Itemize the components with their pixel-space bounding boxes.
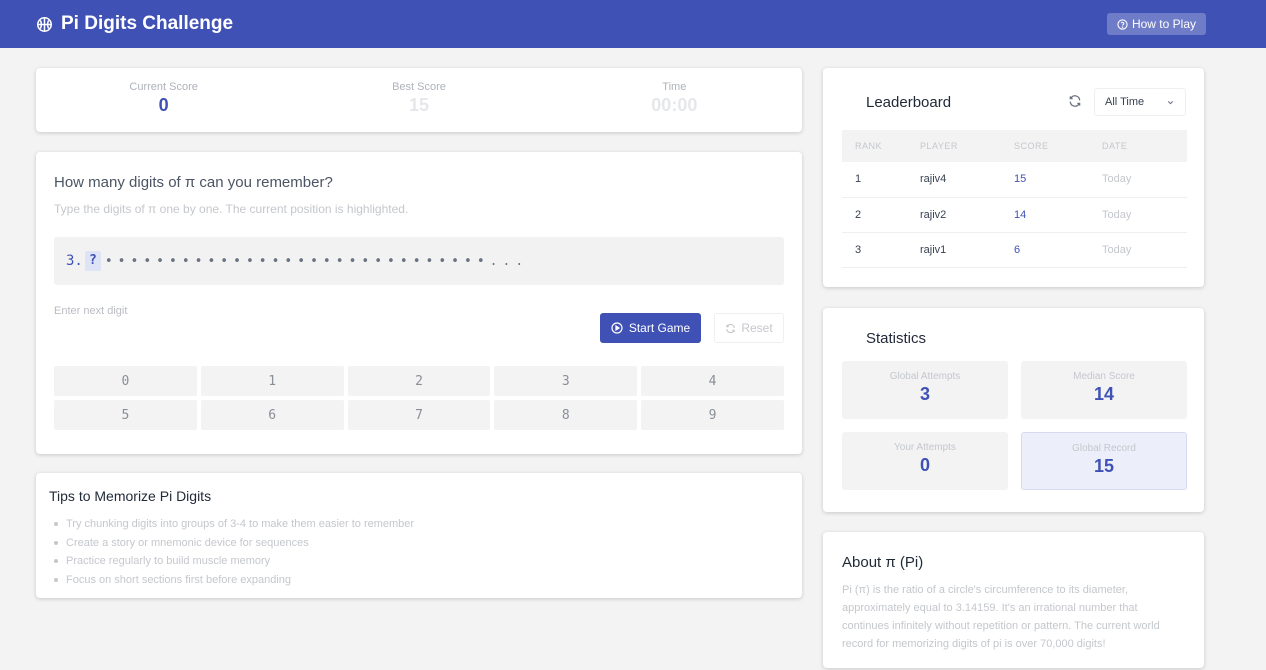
key-3[interactable]: 3 bbox=[494, 366, 638, 396]
digit-keypad: 0 1 2 3 4 5 6 7 8 9 bbox=[54, 366, 784, 430]
brand: Pi Digits Challenge bbox=[36, 13, 233, 35]
tip-item: Create a story or mnemonic device for se… bbox=[54, 534, 414, 553]
brain-icon bbox=[36, 16, 53, 32]
timer: Time 00:00 bbox=[547, 68, 802, 132]
key-4[interactable]: 4 bbox=[641, 366, 784, 396]
table-row: 2 rajiv2 14 Today bbox=[842, 197, 1187, 233]
tips-list: Try chunking digits into groups of 3-4 t… bbox=[54, 515, 414, 589]
leaderboard-title: Leaderboard bbox=[866, 94, 952, 111]
best-score-label: Best Score bbox=[392, 81, 446, 93]
time-filter-value: All Time bbox=[1105, 96, 1145, 108]
key-5[interactable]: 5 bbox=[54, 400, 197, 430]
key-0[interactable]: 0 bbox=[54, 366, 197, 396]
about-text: Pi (π) is the ratio of a circle's circum… bbox=[842, 584, 1160, 650]
key-1[interactable]: 1 bbox=[200, 366, 344, 396]
cell-date: Today bbox=[1102, 197, 1187, 233]
key-2[interactable]: 2 bbox=[347, 366, 491, 396]
cell-rank: 3 bbox=[842, 232, 920, 268]
table-row: 1 rajiv4 15 Today bbox=[842, 162, 1187, 198]
cell-rank: 2 bbox=[842, 197, 920, 233]
digit-input-label: Enter next digit bbox=[54, 305, 128, 317]
tips-title: Tips to Memorize Pi Digits bbox=[49, 488, 212, 504]
key-8[interactable]: 8 bbox=[494, 400, 638, 430]
reset-label: Reset bbox=[741, 321, 773, 335]
cell-date: Today bbox=[1102, 162, 1187, 198]
start-game-button[interactable]: Start Game bbox=[600, 313, 701, 343]
tip-item: Try chunking digits into groups of 3-4 t… bbox=[54, 515, 414, 534]
global-attempts-stat: Global Attempts 3 bbox=[842, 361, 1008, 419]
game-question: How many digits of π can you remember? bbox=[54, 174, 333, 191]
column-header-score: SCORE bbox=[1014, 130, 1102, 162]
best-score-value: 15 bbox=[408, 95, 429, 115]
column-header-date: DATE bbox=[1102, 130, 1187, 162]
digit-display: 3. ? ••••••••••••••••••••••••••••••... bbox=[54, 237, 784, 285]
help-circle-icon bbox=[1117, 18, 1128, 30]
chevron-down-icon bbox=[1167, 100, 1174, 104]
start-game-label: Start Game bbox=[628, 321, 691, 335]
stat-label: Median Score bbox=[1073, 371, 1135, 382]
global-record-stat: Global Record 15 bbox=[1021, 432, 1187, 490]
tip-item: Practice regularly to build muscle memor… bbox=[54, 552, 414, 571]
table-row: 3 rajiv1 6 Today bbox=[842, 232, 1187, 268]
cell-score: 6 bbox=[1014, 232, 1102, 268]
leaderboard-card: Leaderboard All Time RANK PLAYER SCORE D… bbox=[823, 68, 1204, 287]
column-header-rank: RANK bbox=[842, 130, 920, 162]
remaining-digits: ••••••••••••••••••••••••••••••... bbox=[104, 253, 529, 269]
tips-card: Tips to Memorize Pi Digits Try chunking … bbox=[36, 473, 802, 598]
statistics-card: Statistics Global Attempts 3 Median Scor… bbox=[823, 308, 1204, 512]
cell-player: rajiv2 bbox=[920, 197, 1014, 233]
app-title: Pi Digits Challenge bbox=[61, 13, 234, 34]
current-score: Current Score 0 bbox=[36, 68, 291, 132]
cell-rank: 1 bbox=[842, 162, 920, 198]
stat-label: Global Record bbox=[1072, 443, 1136, 454]
refresh-icon bbox=[726, 323, 736, 333]
about-card: About π (Pi) Pi (π) is the ratio of a ci… bbox=[823, 532, 1204, 668]
play-circle-icon bbox=[611, 322, 623, 334]
stat-label: Global Attempts bbox=[889, 371, 961, 382]
reset-button[interactable]: Reset bbox=[714, 313, 784, 343]
statistics-title: Statistics bbox=[866, 330, 927, 347]
cell-score: 14 bbox=[1014, 197, 1102, 233]
key-6[interactable]: 6 bbox=[200, 400, 344, 430]
stat-value: 14 bbox=[1093, 384, 1115, 404]
about-title: About π (Pi) bbox=[842, 554, 924, 571]
stat-label: Your Attempts bbox=[894, 442, 956, 453]
stat-value: 15 bbox=[1093, 456, 1115, 476]
stat-value: 0 bbox=[919, 455, 930, 475]
current-position-marker: ? bbox=[84, 251, 101, 271]
key-9[interactable]: 9 bbox=[641, 400, 784, 430]
your-attempts-stat: Your Attempts 0 bbox=[842, 432, 1008, 490]
current-score-value: 0 bbox=[158, 95, 169, 115]
timer-value: 00:00 bbox=[651, 95, 698, 115]
key-7[interactable]: 7 bbox=[347, 400, 491, 430]
game-description: Type the digits of π one by one. The cur… bbox=[54, 202, 409, 216]
time-filter-select[interactable]: All Time bbox=[1094, 88, 1186, 116]
top-bar: Pi Digits Challenge How to Play bbox=[0, 0, 1266, 48]
pi-prefix: 3. bbox=[66, 253, 83, 269]
leaderboard-table: RANK PLAYER SCORE DATE 1 rajiv4 15 Today… bbox=[842, 130, 1187, 268]
refresh-icon[interactable] bbox=[1068, 94, 1082, 108]
game-card: How many digits of π can you remember? T… bbox=[36, 152, 802, 454]
cell-date: Today bbox=[1102, 232, 1187, 268]
median-score-stat: Median Score 14 bbox=[1021, 361, 1187, 419]
cell-player: rajiv1 bbox=[920, 232, 1014, 268]
best-score: Best Score 15 bbox=[291, 68, 546, 132]
cell-player: rajiv4 bbox=[920, 162, 1014, 198]
current-score-label: Current Score bbox=[129, 81, 198, 93]
how-to-play-button[interactable]: How to Play bbox=[1106, 13, 1206, 35]
tip-item: Focus on short sections first before exp… bbox=[54, 571, 414, 590]
table-header-row: RANK PLAYER SCORE DATE bbox=[842, 130, 1187, 162]
stat-value: 3 bbox=[919, 384, 930, 404]
cell-score: 15 bbox=[1014, 162, 1102, 198]
timer-label: Time bbox=[662, 81, 687, 93]
column-header-player: PLAYER bbox=[920, 130, 1014, 162]
how-to-play-label: How to Play bbox=[1131, 17, 1196, 31]
score-card: Current Score 0 Best Score 15 Time 00:00 bbox=[36, 68, 802, 132]
